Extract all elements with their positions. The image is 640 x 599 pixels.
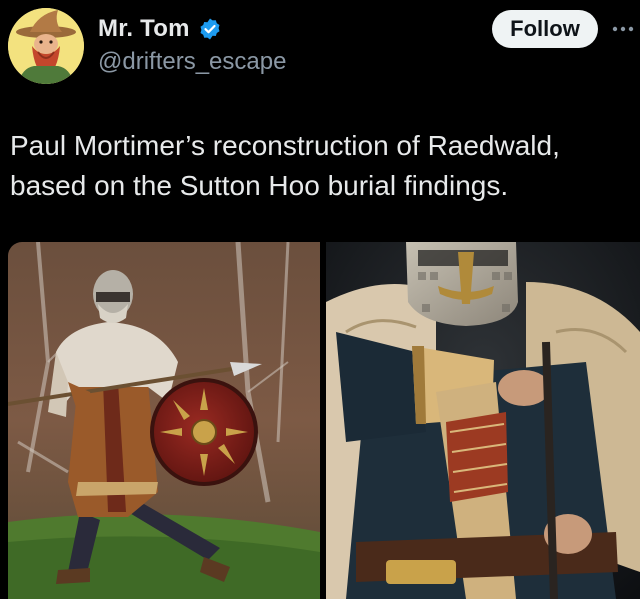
media-photo-2[interactable] <box>326 242 640 599</box>
more-options-icon[interactable] <box>610 22 636 36</box>
tweet-text: Paul Mortimer’s reconstruction of Raedwa… <box>10 130 560 201</box>
author-display-name[interactable]: Mr. Tom <box>98 15 190 43</box>
photo-warrior-helmet-closeup <box>326 242 640 599</box>
tweet-card: Mr. Tom @drifters_escape Follow Paul Mor… <box>0 0 640 599</box>
wizard-avatar-icon <box>8 8 84 84</box>
media-grid <box>8 242 640 599</box>
author-name-row: Mr. Tom <box>98 14 222 44</box>
follow-button[interactable]: Follow <box>492 10 598 48</box>
verified-badge-icon <box>200 18 220 40</box>
photo-warrior-with-spear-and-shield <box>8 242 320 599</box>
media-photo-1[interactable] <box>8 242 320 599</box>
author-handle[interactable]: @drifters_escape <box>98 48 286 76</box>
avatar[interactable] <box>8 8 84 84</box>
